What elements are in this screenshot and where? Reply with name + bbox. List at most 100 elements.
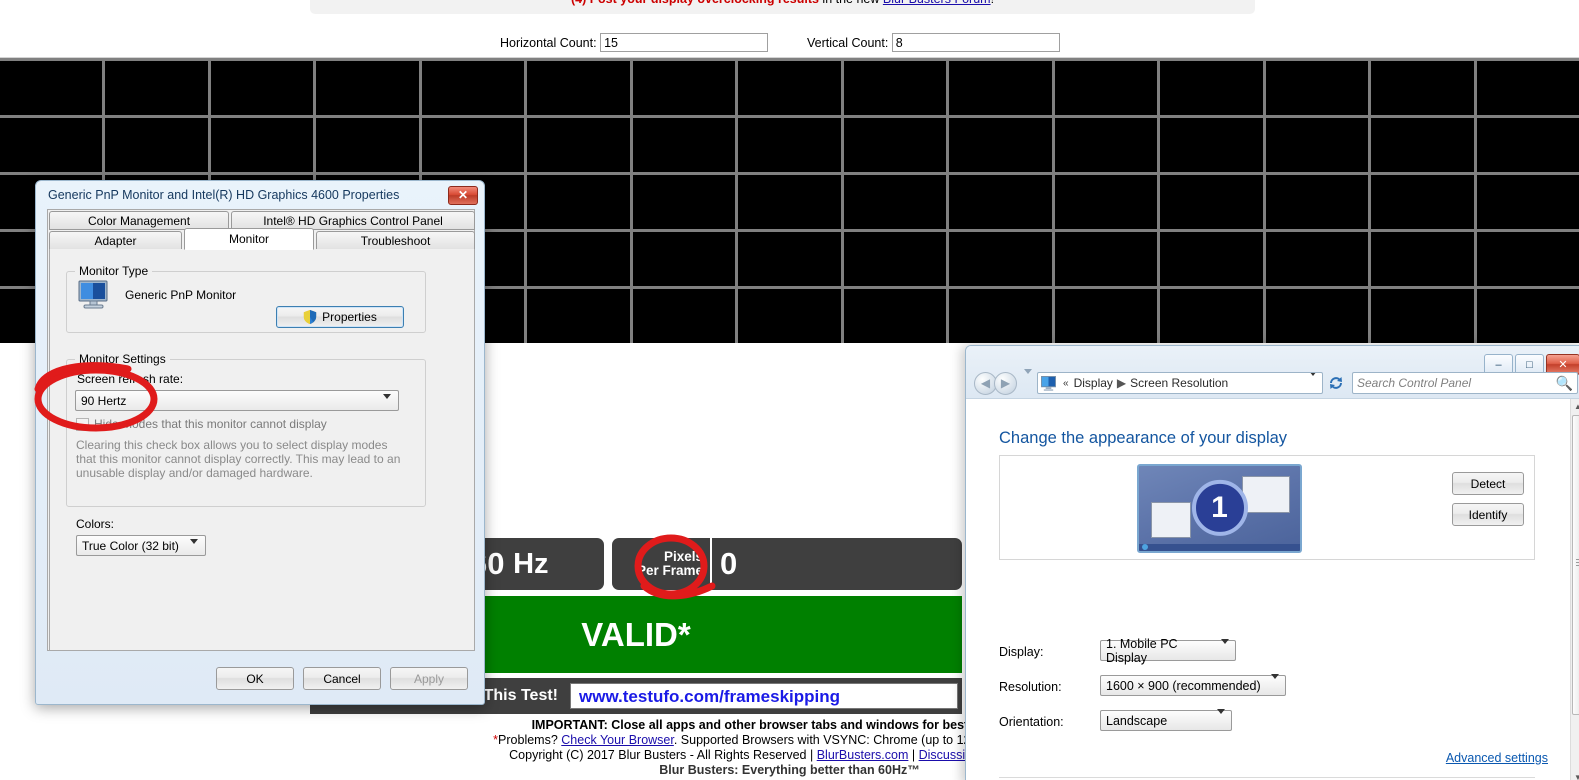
grid-cell xyxy=(316,61,419,115)
monitor-settings-group: Monitor Settings Screen refresh rate: 90… xyxy=(66,352,426,507)
monitor-type-name: Generic PnP Monitor xyxy=(125,288,237,302)
address-bar[interactable]: « Display ▶ Screen Resolution xyxy=(1037,372,1323,394)
share-test-url[interactable]: www.testufo.com/frameskipping xyxy=(570,683,958,709)
chevron-down-icon[interactable] xyxy=(1309,373,1317,390)
grid-cell xyxy=(1054,118,1158,172)
search-control-panel-input[interactable]: Search Control Panel 🔍 xyxy=(1352,372,1578,394)
grid-cell xyxy=(1371,118,1474,172)
blur-busters-forum-link[interactable]: Blur Busters Forum xyxy=(883,0,991,6)
refresh-icon[interactable] xyxy=(1325,373,1347,393)
grid-cell xyxy=(105,61,208,115)
scroll-up-icon[interactable]: ▲ xyxy=(1571,399,1579,413)
display-icon xyxy=(1041,375,1056,391)
tab-troubleshoot[interactable]: Troubleshoot xyxy=(316,231,475,250)
grid-cell xyxy=(632,118,736,172)
control-panel-content: Change the appearance of your display 1 … xyxy=(966,399,1570,780)
pixels-label-line1: Pixels xyxy=(663,548,703,564)
grid-cell xyxy=(1265,232,1369,286)
detect-button[interactable]: Detect xyxy=(1452,472,1524,495)
check-your-browser-link[interactable]: Check Your Browser xyxy=(561,733,674,747)
preview-start-orb xyxy=(1142,544,1148,550)
grid-cell xyxy=(1476,232,1579,286)
colors-select[interactable]: True Color (32 bit) xyxy=(76,535,206,558)
page-title: Change the appearance of your display xyxy=(999,429,1288,447)
resolution-select[interactable]: 1600 × 900 (recommended) xyxy=(1100,673,1286,696)
grid-cell xyxy=(738,232,841,286)
footer-problems-text: Problems? xyxy=(498,733,562,747)
grid-cell xyxy=(1265,118,1369,172)
pixels-per-frame-value: 0 xyxy=(710,538,962,590)
monitor-properties-button[interactable]: Properties xyxy=(276,306,404,328)
grid-cell xyxy=(1371,289,1474,343)
grid-cell xyxy=(843,175,947,229)
grid-cell xyxy=(527,232,630,286)
grid-cell xyxy=(1160,118,1263,172)
vertical-count-input[interactable] xyxy=(891,33,1060,52)
grid-cell xyxy=(949,118,1052,172)
vertical-scrollbar[interactable]: ▲ ▼ xyxy=(1570,399,1579,780)
grid-cell xyxy=(210,61,314,115)
monitor-type-group: Monitor Type Generic PnP Monitor Propert… xyxy=(66,264,426,333)
pixels-per-frame-stat-box: Pixels Per Frame 0 xyxy=(612,538,962,590)
grid-cell xyxy=(1054,289,1158,343)
recent-pages-icon[interactable] xyxy=(1024,369,1032,392)
colors-value: True Color (32 bit) xyxy=(82,538,179,553)
grid-cell xyxy=(1371,61,1474,115)
grid-cell xyxy=(949,232,1052,286)
grid-cell xyxy=(421,118,525,172)
grid-cell xyxy=(738,61,841,115)
dialog-titlebar[interactable]: Generic PnP Monitor and Intel(R) HD Grap… xyxy=(36,181,484,209)
grid-cell xyxy=(210,118,314,172)
grid-cell xyxy=(632,289,736,343)
breadcrumb-display[interactable]: Display xyxy=(1074,376,1113,390)
screen-refresh-rate-select[interactable]: 90 Hertz xyxy=(75,390,399,413)
scrollbar-thumb[interactable] xyxy=(1572,415,1579,715)
address-overflow-chevron[interactable]: « xyxy=(1063,378,1069,389)
cancel-button[interactable]: Cancel xyxy=(303,667,381,690)
monitor-preview[interactable]: 1 xyxy=(1137,464,1302,553)
breadcrumb-screen-resolution[interactable]: Screen Resolution xyxy=(1130,376,1228,390)
grid-cell xyxy=(949,175,1052,229)
grid-cell xyxy=(1476,175,1579,229)
vertical-count-group: Vertical Count: xyxy=(807,33,1060,52)
chevron-down-icon xyxy=(190,539,198,558)
grid-cell xyxy=(527,175,630,229)
dialog-button-row: OK Cancel Apply xyxy=(216,667,468,690)
grid-cell xyxy=(1265,175,1369,229)
identify-button[interactable]: Identify xyxy=(1452,503,1524,526)
colors-label: Colors: xyxy=(76,517,115,531)
blurbusters-com-link[interactable]: BlurBusters.com xyxy=(817,748,909,762)
forward-button[interactable]: ▶ xyxy=(994,371,1017,395)
grid-cell xyxy=(527,118,630,172)
grid-cell xyxy=(1160,232,1263,286)
grid-cell xyxy=(0,118,103,172)
preview-window-2 xyxy=(1242,476,1290,513)
scroll-down-icon[interactable]: ▼ xyxy=(1571,770,1579,780)
horizontal-count-input[interactable] xyxy=(600,33,769,52)
hide-modes-label: Hide modes that this monitor cannot disp… xyxy=(94,417,327,431)
grid-cell xyxy=(738,175,841,229)
grid-cell xyxy=(843,289,947,343)
display-select[interactable]: 1. Mobile PC Display xyxy=(1100,637,1236,665)
hide-modes-checkbox[interactable] xyxy=(76,418,89,431)
grid-cell xyxy=(1371,175,1474,229)
tab-monitor[interactable]: Monitor xyxy=(184,228,314,250)
grid-cell xyxy=(527,61,630,115)
horizontal-count-group: Horizontal Count: xyxy=(500,33,769,52)
advanced-settings-link[interactable]: Advanced settings xyxy=(1446,751,1548,765)
close-icon[interactable]: ✕ xyxy=(448,185,478,205)
chevron-down-icon xyxy=(383,394,391,413)
screen-refresh-rate-label: Screen refresh rate: xyxy=(77,372,184,386)
grid-cell xyxy=(632,232,736,286)
navigation-row: ◀ ▶ « Display ▶ Screen Resolution Search… xyxy=(974,369,1578,395)
orientation-select[interactable]: Landscape xyxy=(1100,708,1232,731)
ok-button[interactable]: OK xyxy=(216,667,294,690)
grid-cell xyxy=(316,118,419,172)
grid-cell xyxy=(738,289,841,343)
monitor-tab-pane: Monitor Type Generic PnP Monitor Propert… xyxy=(49,249,475,651)
screen-refresh-rate-value: 90 Hertz xyxy=(81,393,127,408)
grid-cell xyxy=(527,289,630,343)
apply-button: Apply xyxy=(390,667,468,690)
tab-adapter[interactable]: Adapter xyxy=(49,231,182,250)
chevron-down-icon xyxy=(1271,673,1279,693)
